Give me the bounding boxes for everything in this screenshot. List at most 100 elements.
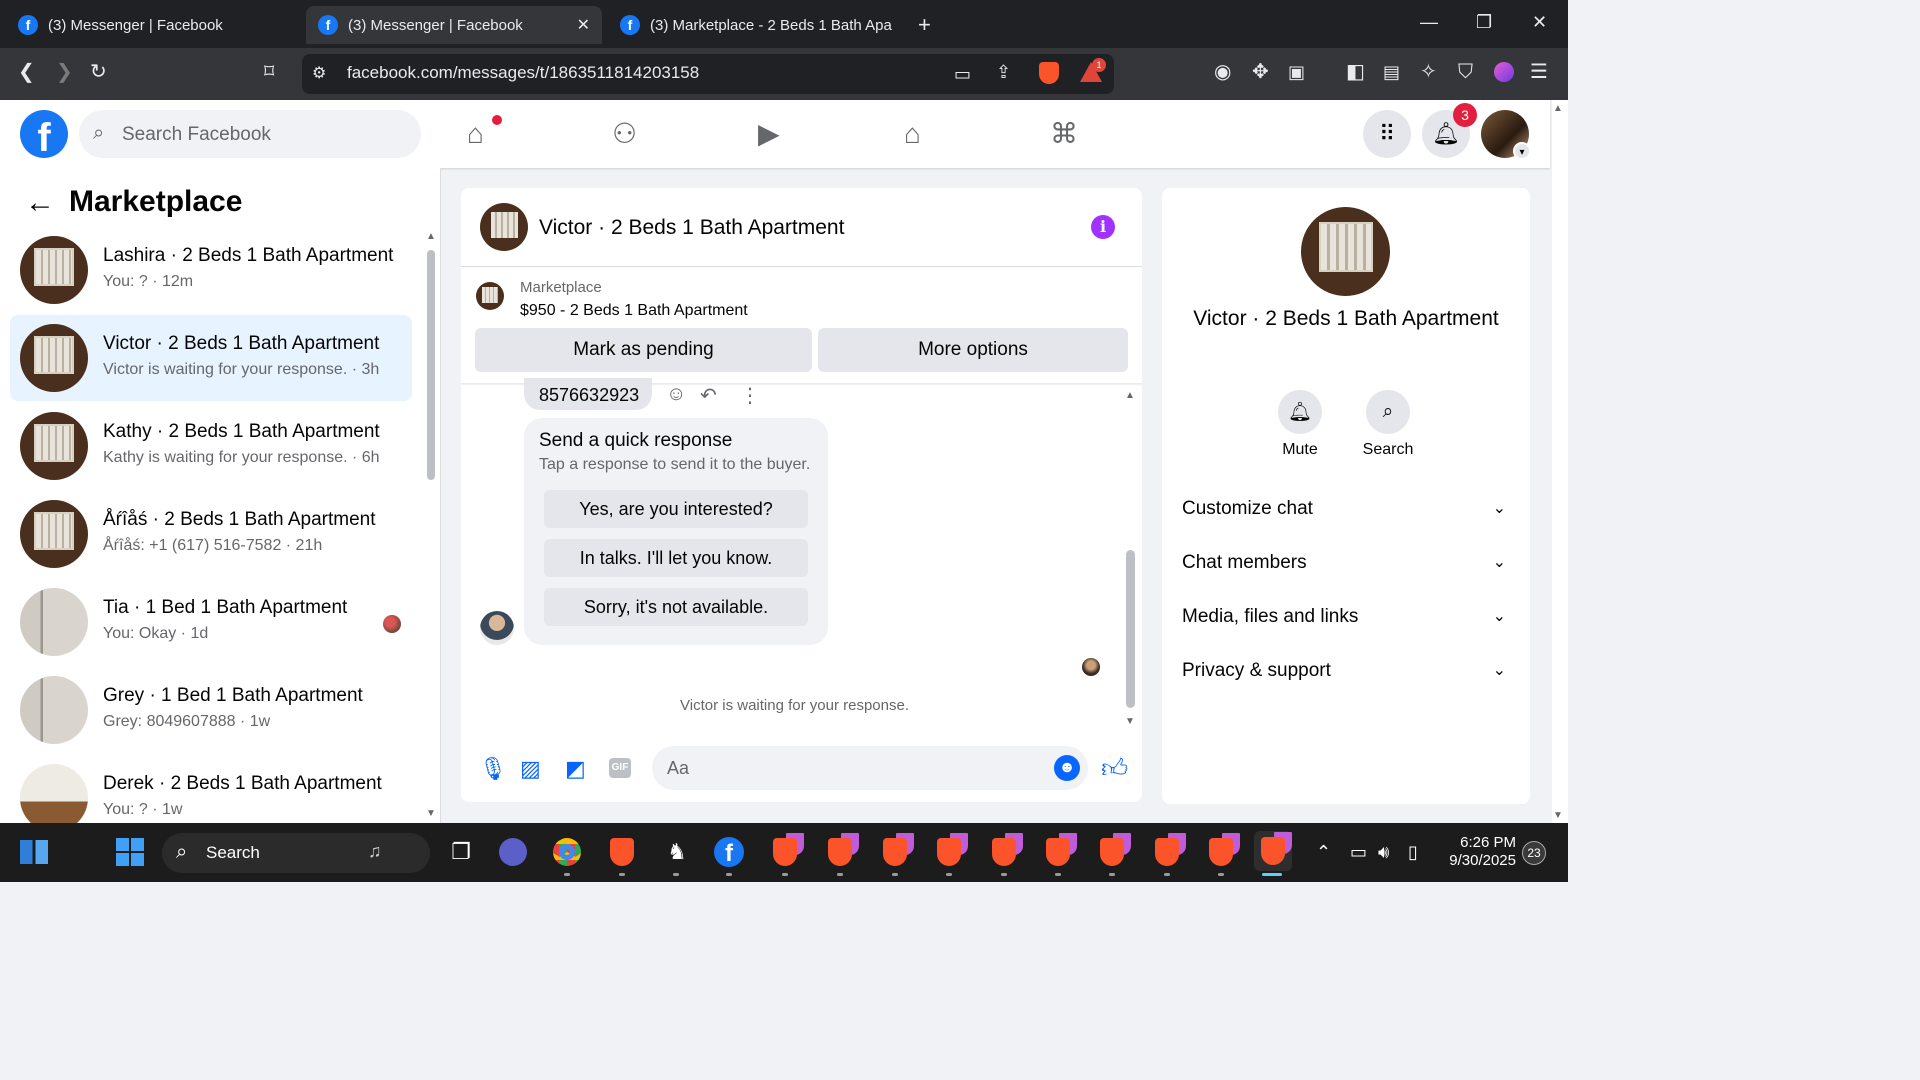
brave-profile-icon[interactable] bbox=[932, 835, 966, 869]
sidebar-toggle-icon[interactable]: ◧ bbox=[1346, 60, 1365, 84]
cast-icon[interactable]: ▭ bbox=[954, 62, 971, 86]
emoji-icon[interactable]: ☻ bbox=[1054, 755, 1080, 781]
network-icon[interactable]: ▭ bbox=[1350, 842, 1367, 863]
scroll-up-arrow-icon[interactable]: ▲ bbox=[426, 231, 436, 242]
gaming-icon[interactable]: ⌘ bbox=[1050, 116, 1078, 152]
quick-response-option[interactable]: In talks. I'll let you know. bbox=[544, 539, 808, 577]
screenshot-icon[interactable]: ▣ bbox=[1288, 60, 1305, 84]
brave-profile-icon-active[interactable] bbox=[1254, 831, 1292, 871]
brave-profile-icon[interactable] bbox=[987, 835, 1021, 869]
brave-shields-icon[interactable] bbox=[1039, 62, 1059, 84]
scroll-down-arrow-icon[interactable]: ▼ bbox=[426, 808, 436, 819]
more-options-button[interactable]: More options bbox=[818, 328, 1128, 372]
facebook-logo-icon[interactable]: f bbox=[20, 110, 68, 160]
marketplace-icon[interactable]: ⌂ bbox=[904, 116, 921, 152]
scroll-down-arrow-icon[interactable]: ▼ bbox=[1125, 716, 1135, 727]
widgets-icon[interactable] bbox=[17, 835, 51, 869]
conversation-item[interactable]: Kathy · 2 Beds 1 Bath Apartment Kathy is… bbox=[10, 403, 412, 489]
privacy-support-section[interactable]: Privacy & support ⌄ bbox=[1182, 656, 1512, 686]
conversation-info-icon[interactable]: i bbox=[1091, 215, 1115, 239]
message-bubble[interactable]: 8576632923 bbox=[524, 378, 652, 410]
media-files-links-section[interactable]: Media, files and links ⌄ bbox=[1182, 602, 1512, 632]
sticker-icon[interactable]: ◩ bbox=[565, 756, 586, 782]
facebook-search[interactable]: ⌕ Search Facebook bbox=[79, 110, 421, 158]
brave-profile-icon[interactable] bbox=[1095, 835, 1129, 869]
menu-icon[interactable]: ☰ bbox=[1530, 60, 1548, 84]
conversation-item[interactable]: Grey · 1 Bed 1 Bath Apartment Grey: 8049… bbox=[10, 667, 412, 753]
taskbar-search[interactable]: ⌕ Search ♫ bbox=[162, 833, 430, 873]
forward-icon[interactable]: ❯ bbox=[56, 60, 73, 84]
extensions-icon[interactable]: ✥ bbox=[1252, 60, 1269, 84]
meet-icon[interactable] bbox=[496, 835, 530, 869]
profile-icon[interactable] bbox=[1494, 62, 1514, 82]
search-icon[interactable]: ⌕ bbox=[1366, 390, 1410, 434]
scroll-down-arrow-icon[interactable]: ▼ bbox=[1553, 810, 1563, 821]
reload-icon[interactable]: ↻ bbox=[90, 60, 107, 84]
close-window-icon[interactable]: ✕ bbox=[1532, 12, 1547, 33]
new-tab-icon[interactable]: + bbox=[918, 12, 931, 38]
brave-icon[interactable] bbox=[605, 835, 639, 869]
friends-icon[interactable]: ⚇ bbox=[612, 116, 637, 152]
quick-response-option[interactable]: Sorry, it's not available. bbox=[544, 588, 808, 626]
conversation-item-selected[interactable]: Victor · 2 Beds 1 Bath Apartment Victor … bbox=[10, 315, 412, 401]
brave-profile-icon[interactable] bbox=[1150, 835, 1184, 869]
chat-scrollbar[interactable] bbox=[1126, 550, 1135, 708]
conversation-item[interactable]: Tia · 1 Bed 1 Bath Apartment You: Okay ·… bbox=[10, 579, 412, 665]
chevron-up-icon[interactable]: ⌃ bbox=[1316, 842, 1331, 863]
customize-chat-section[interactable]: Customize chat ⌄ bbox=[1182, 494, 1512, 524]
brave-profile-icon[interactable] bbox=[823, 835, 857, 869]
restore-icon[interactable]: ❐ bbox=[1476, 12, 1492, 33]
chevron-down-icon[interactable]: ▾ bbox=[1513, 142, 1531, 160]
mark-as-pending-button[interactable]: Mark as pending bbox=[475, 328, 812, 372]
chrome-icon[interactable] bbox=[550, 835, 584, 869]
more-actions-icon[interactable]: ⋮ bbox=[740, 383, 760, 408]
taskbar-clock[interactable]: 6:26 PM 9/30/2025 bbox=[1446, 834, 1516, 870]
brave-profile-icon[interactable] bbox=[1204, 835, 1238, 869]
browser-tab-3[interactable]: f (3) Marketplace - 2 Beds 1 Bath Apart bbox=[608, 6, 904, 44]
browser-tab-2[interactable]: f (3) Messenger | Facebook ✕ bbox=[306, 6, 602, 44]
record-icon[interactable]: ◉ bbox=[1214, 60, 1231, 84]
task-view-icon[interactable]: ❐ bbox=[444, 835, 478, 869]
site-info-icon[interactable]: ⚙ bbox=[312, 62, 326, 86]
notification-count-badge[interactable]: 23 bbox=[1522, 841, 1546, 865]
page-scrollbar[interactable] bbox=[1552, 100, 1568, 823]
photo-icon[interactable]: ▨ bbox=[520, 756, 541, 782]
react-emoji-icon[interactable]: ☺ bbox=[666, 383, 686, 406]
chat-title[interactable]: Victor · 2 Beds 1 Bath Apartment bbox=[539, 216, 844, 240]
conversation-item[interactable]: Åŕîåś · 2 Beds 1 Bath Apartment Åŕîåś: +… bbox=[10, 491, 412, 577]
brave-profile-icon[interactable] bbox=[1041, 835, 1075, 869]
browser-tab-1[interactable]: f (3) Messenger | Facebook bbox=[6, 6, 302, 44]
thumbs-up-icon[interactable]: 👍︎ bbox=[1101, 753, 1128, 784]
sidebar-scrollbar[interactable] bbox=[427, 250, 435, 480]
url-text[interactable]: facebook.com/messages/t/1863511814203158 bbox=[347, 63, 699, 83]
gif-icon[interactable]: GIF bbox=[609, 758, 631, 778]
microphone-icon[interactable]: 🎙︎ bbox=[479, 756, 507, 782]
wallet-icon[interactable]: ▤ bbox=[1383, 60, 1400, 84]
scroll-up-arrow-icon[interactable]: ▲ bbox=[1125, 390, 1135, 401]
back-icon[interactable]: ❮ bbox=[18, 60, 35, 84]
listing-title[interactable]: $950 - 2 Beds 1 Bath Apartment bbox=[520, 302, 748, 320]
share-icon[interactable]: ⇪ bbox=[996, 60, 1011, 84]
minimize-icon[interactable]: — bbox=[1420, 12, 1438, 33]
back-arrow-icon[interactable]: ← bbox=[25, 186, 55, 220]
chat-members-section[interactable]: Chat members ⌄ bbox=[1182, 548, 1512, 578]
leo-ai-icon[interactable]: ✧ bbox=[1420, 60, 1437, 84]
conversation-item[interactable]: Derek · 2 Beds 1 Bath Apartment You: ? ·… bbox=[10, 755, 412, 823]
brave-profile-icon[interactable] bbox=[878, 835, 912, 869]
vpn-icon[interactable]: ⛉ bbox=[1458, 60, 1473, 84]
scroll-up-arrow-icon[interactable]: ▲ bbox=[1553, 103, 1563, 114]
battery-icon[interactable]: ▯ bbox=[1408, 842, 1418, 863]
mute-bell-icon[interactable]: 🔔︎ bbox=[1278, 390, 1322, 434]
windows-start-icon[interactable] bbox=[113, 835, 147, 869]
volume-icon[interactable]: 🔊︎ bbox=[1378, 842, 1389, 863]
reply-icon[interactable]: ↶ bbox=[700, 383, 717, 408]
app-icon[interactable]: ♞ bbox=[660, 835, 694, 869]
quick-response-option[interactable]: Yes, are you interested? bbox=[544, 490, 808, 528]
menu-grid-icon[interactable]: ⠿ bbox=[1363, 110, 1411, 158]
chat-avatar[interactable] bbox=[480, 203, 528, 251]
details-avatar[interactable] bbox=[1301, 207, 1390, 296]
facebook-icon[interactable]: f bbox=[712, 835, 746, 869]
video-icon[interactable]: ▶ bbox=[758, 116, 780, 152]
tab-close-icon[interactable]: ✕ bbox=[577, 15, 590, 35]
brave-profile-icon[interactable] bbox=[768, 835, 802, 869]
